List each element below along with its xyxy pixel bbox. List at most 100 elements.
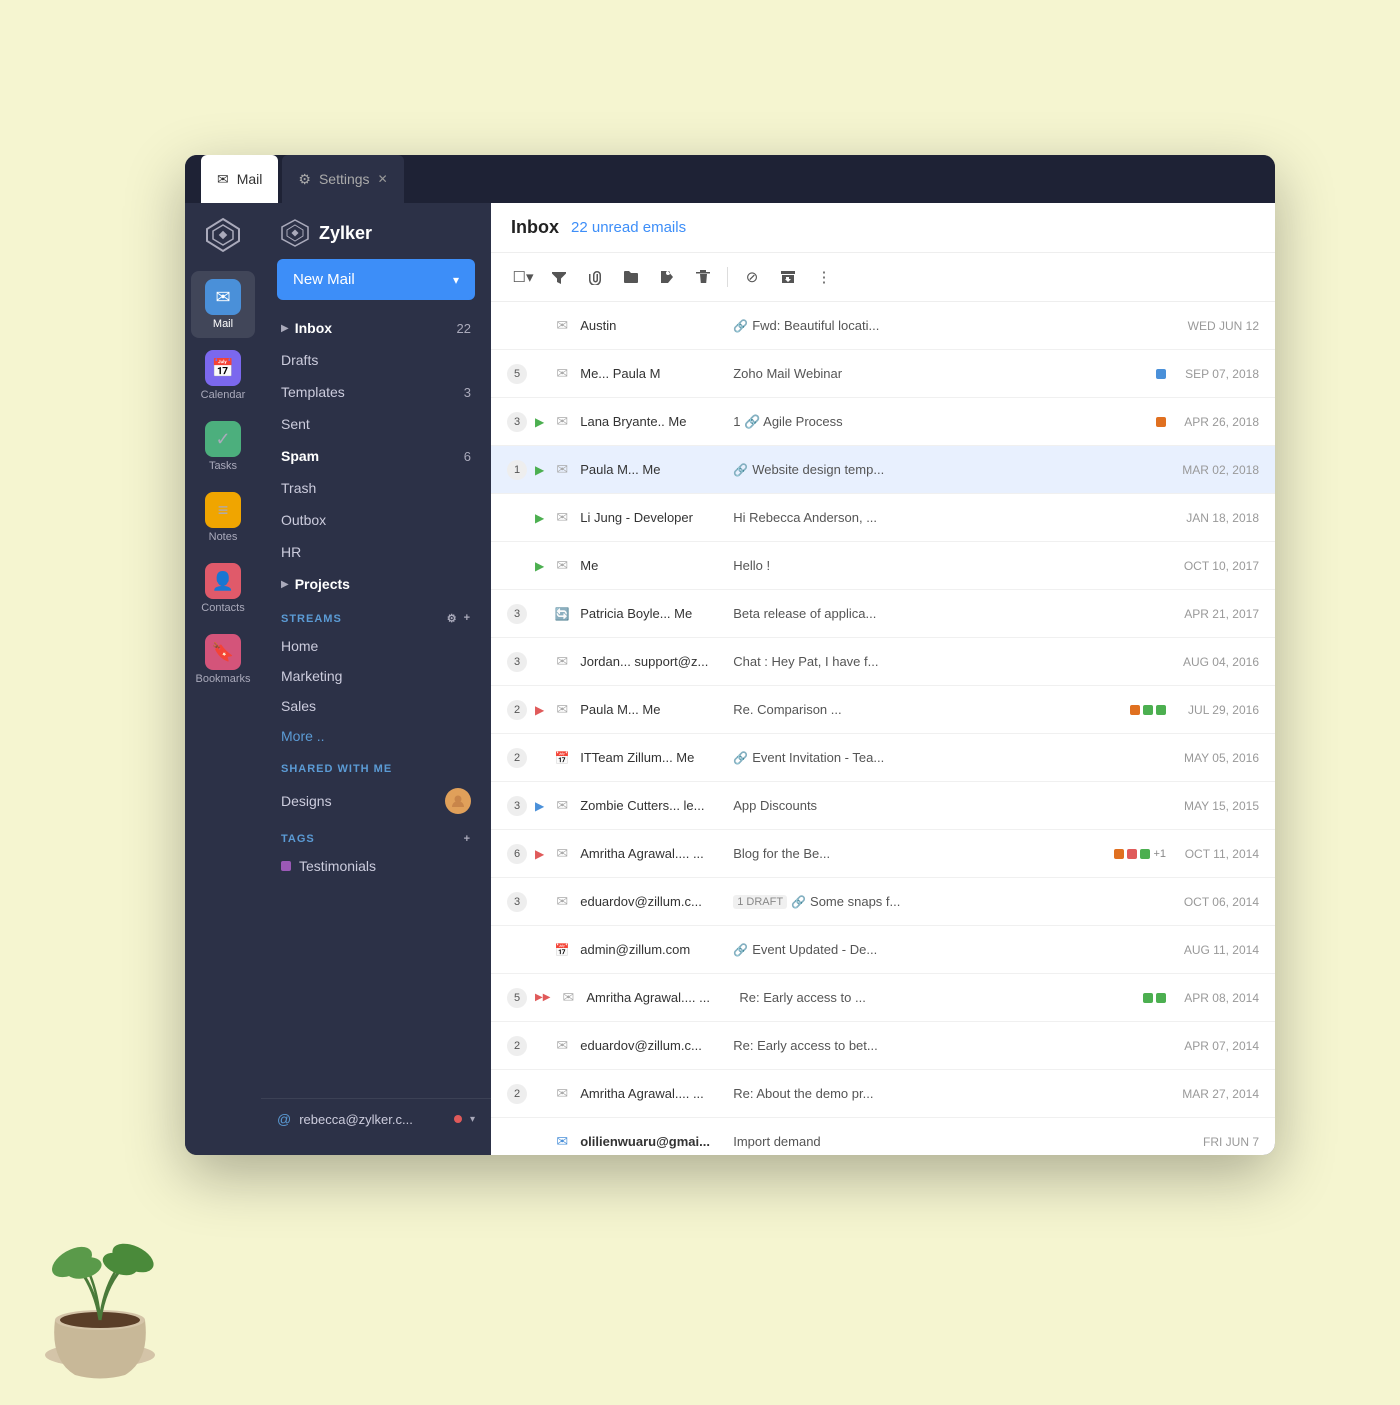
mail-row[interactable]: 3 ▶ ✉ Zombie Cutters... le... App Discou… [491, 782, 1275, 830]
mail-icon: ✉ [215, 287, 230, 308]
shared-designs[interactable]: Designs [261, 781, 491, 821]
folder-trash[interactable]: Trash [269, 472, 483, 504]
mail-row[interactable]: 0 ▶ 📅 admin@zillum.com 🔗 Event Updated -… [491, 926, 1275, 974]
add-icon[interactable]: + [464, 612, 471, 625]
mail-row[interactable]: 2 ▶ ✉ Amritha Agrawal.... ... Re: About … [491, 1070, 1275, 1118]
mail-row[interactable]: 3 ▶ ✉ Jordan... support@z... Chat : Hey … [491, 638, 1275, 686]
folder-hr[interactable]: HR [269, 536, 483, 568]
mail-row[interactable]: 0 ▶ ✉ olilienwuaru@gmai... Import demand… [491, 1118, 1275, 1155]
close-icon[interactable]: ✕ [378, 172, 388, 186]
new-mail-button[interactable]: New Mail ▾ [277, 259, 475, 300]
select-checkbox-button[interactable]: ☐▾ [507, 261, 539, 293]
more-link[interactable]: More .. [261, 721, 491, 751]
inbox-title: Inbox [511, 217, 559, 238]
mail-type-icon: ✉ [552, 1132, 572, 1152]
archive-button[interactable] [772, 261, 804, 293]
sidebar-bookmarks-label: Bookmarks [195, 673, 250, 685]
folder-name: Spam [281, 448, 458, 464]
account-switcher[interactable]: @ rebecca@zylker.c... ▾ [261, 1098, 491, 1139]
mail-row[interactable]: 0 ▶ ✉ Austin 🔗 Fwd: Beautiful locati... … [491, 302, 1275, 350]
stream-sales[interactable]: Sales [261, 691, 491, 721]
mail-row[interactable]: 3 ▶ ✉ Lana Bryante.. Me 1 🔗 Agile Proces… [491, 398, 1275, 446]
mail-row[interactable]: 0 ▶ ✉ Me Hello ! OCT 10, 2017 [491, 542, 1275, 590]
folder-spam[interactable]: Spam 6 [269, 440, 483, 472]
block-button[interactable]: ⊘ [736, 261, 768, 293]
person-icon: 👤 [212, 571, 234, 592]
mail-subject: Re. Comparison ... [733, 702, 1122, 717]
mail-row[interactable]: 5 ▶▶ ✉ Amritha Agrawal.... ... Re: Early… [491, 974, 1275, 1022]
thread-count: 2 [507, 748, 527, 768]
mail-header: Inbox 22 unread emails [491, 203, 1275, 253]
mail-row[interactable]: 2 ▶ ✉ Paula M... Me Re. Comparison ... J… [491, 686, 1275, 734]
mail-row[interactable]: 1 ▶ ✉ Paula M... Me 🔗 Website design tem… [491, 446, 1275, 494]
app-window: ✉ Mail ⚙ Settings ✕ ✉ [185, 155, 1275, 1155]
stream-marketing[interactable]: Marketing [261, 661, 491, 691]
mail-tags [1130, 705, 1166, 715]
mail-row[interactable]: 3 ▶ 🔄 Patricia Boyle... Me Beta release … [491, 590, 1275, 638]
tab-settings[interactable]: ⚙ Settings ✕ [282, 155, 403, 203]
at-icon: @ [277, 1111, 291, 1127]
sidebar-item-contacts[interactable]: 👤 Contacts [191, 555, 255, 622]
mail-date: SEP 07, 2018 [1174, 367, 1259, 381]
thread-count: 5 [507, 988, 527, 1008]
mail-date: JAN 18, 2018 [1174, 511, 1259, 525]
filter-button[interactable] [543, 261, 575, 293]
mail-subject: Re: Early access to bet... [733, 1038, 1166, 1053]
sender-name: eduardov@zillum.c... [580, 894, 725, 909]
tags-actions[interactable]: + [464, 833, 471, 845]
brand-name: Zylker [319, 223, 372, 244]
sidebar-item-calendar[interactable]: 📅 Calendar [191, 342, 255, 409]
folder-drafts[interactable]: Drafts [269, 344, 483, 376]
folder-templates[interactable]: Templates 3 [269, 376, 483, 408]
sidebar-item-bookmarks[interactable]: 🔖 Bookmarks [191, 626, 255, 693]
folder-name: Sent [281, 416, 471, 432]
mail-date: JUL 29, 2016 [1174, 703, 1259, 717]
sender-name: Austin [580, 318, 725, 333]
flag-icon: ▶ [535, 559, 544, 573]
mail-date: OCT 11, 2014 [1174, 847, 1259, 861]
mail-date: MAR 27, 2014 [1174, 1087, 1259, 1101]
mail-row[interactable]: 6 ▶ ✉ Amritha Agrawal.... ... Blog for t… [491, 830, 1275, 878]
delete-button[interactable] [687, 261, 719, 293]
folder-button[interactable] [615, 261, 647, 293]
streams-actions[interactable]: ⚙ + [447, 612, 471, 625]
sidebar-contacts-label: Contacts [201, 602, 244, 614]
thread-count: 2 [507, 1084, 527, 1104]
mail-date: OCT 10, 2017 [1174, 559, 1259, 573]
sidebar-item-tasks[interactable]: ✓ Tasks [191, 413, 255, 480]
sidebar-item-mail[interactable]: ✉ Mail [191, 271, 255, 338]
notes-icon: ≡ [218, 500, 229, 521]
attach-button[interactable] [579, 261, 611, 293]
folder-sent[interactable]: Sent [269, 408, 483, 440]
mail-row[interactable]: 0 ▶ ✉ Li Jung - Developer Hi Rebecca And… [491, 494, 1275, 542]
mail-row[interactable]: 3 ▶ ✉ eduardov@zillum.c... 1 DRAFT 🔗 Som… [491, 878, 1275, 926]
toolbar-divider [727, 267, 728, 287]
folder-outbox[interactable]: Outbox [269, 504, 483, 536]
settings-icon[interactable]: ⚙ [447, 612, 458, 625]
thread-count: 3 [507, 652, 527, 672]
more-options-button[interactable]: ⋮ [808, 261, 840, 293]
mail-row[interactable]: 2 ▶ ✉ eduardov@zillum.c... Re: Early acc… [491, 1022, 1275, 1070]
mail-subject: Re: About the demo pr... [733, 1086, 1166, 1101]
mail-row[interactable]: 2 ▶ 📅 ITTeam Zillum... Me 🔗 Event Invita… [491, 734, 1275, 782]
tags-label: TAGS [281, 833, 315, 845]
folder-name: Projects [295, 576, 471, 592]
thread-count: 1 [507, 460, 527, 480]
sender-name: Paula M... Me [580, 702, 725, 717]
tags-section-label: TAGS + [261, 821, 491, 851]
stream-home[interactable]: Home [261, 631, 491, 661]
folder-inbox[interactable]: ▶ Inbox 22 [269, 312, 483, 344]
add-tag-icon[interactable]: + [464, 833, 471, 845]
mail-row[interactable]: 5 ▶ ✉ Me... Paula M Zoho Mail Webinar SE… [491, 350, 1275, 398]
sender-name: Me [580, 558, 725, 573]
folder-name: Outbox [281, 512, 471, 528]
tab-mail[interactable]: ✉ Mail [201, 155, 278, 203]
folder-projects[interactable]: ▶ Projects [269, 568, 483, 600]
sidebar-item-notes[interactable]: ≡ Notes [191, 484, 255, 551]
label-button[interactable] [651, 261, 683, 293]
tag-testimonials[interactable]: Testimonials [261, 851, 491, 881]
flag-icon: ▶ [535, 415, 544, 429]
brand-logo [203, 215, 243, 255]
flag-icon: ▶ [535, 799, 544, 813]
mail-tags [1156, 417, 1166, 427]
